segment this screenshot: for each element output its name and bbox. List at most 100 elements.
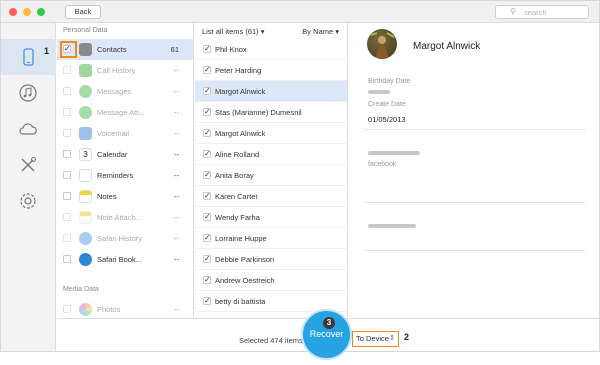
category-count: -- (174, 87, 179, 96)
category-safari-bookmarks[interactable]: Safari Book... -- (57, 249, 193, 270)
category-note-attachments: Note Attach... -- (57, 207, 193, 228)
divider (364, 202, 586, 203)
category-count: -- (174, 150, 179, 159)
step-marker-2: 2 (404, 332, 410, 342)
calendar-icon: 3 (79, 148, 92, 161)
notes-icon (79, 190, 92, 203)
item-checkbox[interactable] (203, 107, 211, 116)
birthday-value-redacted (368, 90, 390, 94)
personal-data-header: Personal Data (63, 27, 108, 34)
list-item[interactable]: Debbie Parkinson (195, 249, 347, 270)
item-name: Stas (Marianne) Dumesnil (215, 108, 302, 117)
step-marker-3: 3 (323, 317, 335, 329)
nav-tools[interactable] (1, 147, 56, 183)
list-item[interactable]: Wendy Farha (195, 207, 347, 228)
category-reminders[interactable]: Reminders -- (57, 165, 193, 186)
avatar (367, 29, 397, 59)
category-label: Messages (97, 87, 132, 96)
to-device-dropdown[interactable]: To Device ⇕ (352, 331, 399, 347)
item-name: Phil Knox (215, 45, 247, 54)
search-icon: ⚲ (510, 7, 516, 16)
category-panel: Personal Data Contacts 61 Call History -… (57, 23, 194, 318)
category-contacts[interactable]: Contacts 61 (57, 39, 193, 60)
checkbox-highlight (60, 41, 77, 58)
search-placeholder: search (524, 8, 547, 17)
item-checkbox[interactable] (203, 296, 211, 305)
item-name: Lorraine Huppe (215, 234, 267, 243)
list-all-dropdown[interactable]: List all items (61) ▾ (202, 27, 265, 36)
item-checkbox[interactable] (203, 212, 211, 221)
item-checkbox[interactable] (203, 233, 211, 242)
list-item[interactable]: Andrew Oestreich (195, 270, 347, 291)
item-name: Margot Alnwick (215, 87, 266, 96)
list-item[interactable]: Margot Alnwick (195, 81, 347, 102)
category-notes[interactable]: Notes -- (57, 186, 193, 207)
minimize-window-button[interactable] (23, 8, 31, 16)
call-history-checkbox (63, 66, 71, 74)
category-safari-history: Safari History -- (57, 228, 193, 249)
field-value-redacted (368, 224, 416, 228)
item-checkbox[interactable] (203, 191, 211, 200)
category-label: Reminders (97, 171, 134, 180)
calendar-checkbox[interactable] (63, 150, 71, 158)
item-checkbox[interactable] (203, 86, 211, 95)
contact-detail-panel: Margot Alnwick Birthday Date Create Date… (349, 23, 599, 318)
item-checkbox[interactable] (203, 254, 211, 263)
list-item[interactable]: Margot Alnwick (195, 123, 347, 144)
list-item[interactable]: Stas (Marianne) Dumesnil (195, 102, 347, 123)
list-item[interactable]: Aline Rolland (195, 144, 347, 165)
tools-icon (21, 157, 36, 172)
list-item[interactable]: Lorraine Huppe (195, 228, 347, 249)
search-input[interactable]: ⚲ search (495, 5, 589, 19)
category-count: -- (174, 255, 179, 264)
note-attach-checkbox (63, 213, 71, 221)
safari-bookmarks-checkbox[interactable] (63, 255, 71, 263)
item-checkbox[interactable] (203, 170, 211, 179)
item-name: Wendy Farha (215, 213, 260, 222)
app-window: Back ⚲ search Personal Data Contacts (0, 0, 600, 358)
list-item[interactable]: Peter Harding (195, 60, 347, 81)
back-button[interactable]: Back (65, 5, 101, 19)
list-item[interactable]: Anita Boray (195, 165, 347, 186)
category-count: -- (174, 171, 179, 180)
category-calendar[interactable]: 3 Calendar -- (57, 144, 193, 165)
divider (364, 250, 586, 251)
reminders-checkbox[interactable] (63, 171, 71, 179)
notes-checkbox[interactable] (63, 192, 71, 200)
messages-icon (79, 106, 92, 119)
voicemail-checkbox (63, 129, 71, 137)
nav-music[interactable] (1, 75, 56, 111)
zoom-window-button[interactable] (37, 8, 45, 16)
nav-device[interactable] (1, 39, 56, 75)
chevron-down-icon: ▾ (260, 27, 265, 36)
item-checkbox[interactable] (203, 65, 211, 74)
cloud-icon (19, 123, 37, 135)
category-count: 61 (170, 45, 179, 54)
item-name: Margot Alnwick (215, 129, 266, 138)
category-label: Voicemail (97, 129, 130, 138)
facebook-value-redacted (368, 151, 420, 155)
close-window-button[interactable] (9, 8, 17, 16)
list-item[interactable]: Phil Knox (195, 39, 347, 60)
item-name: Debbie Parkinson (215, 255, 275, 264)
item-checkbox[interactable] (203, 275, 211, 284)
category-count: -- (174, 234, 179, 243)
item-checkbox[interactable] (203, 44, 211, 53)
contacts-icon (79, 43, 92, 56)
list-item[interactable]: Karen Carter (195, 186, 347, 207)
divider (364, 129, 586, 130)
item-checkbox[interactable] (203, 149, 211, 158)
sort-dropdown[interactable]: By Name ▾ (302, 27, 339, 36)
category-call-history: Call History -- (57, 60, 193, 81)
list-item[interactable]: betty di battista (195, 291, 347, 312)
voicemail-icon (79, 127, 92, 140)
nav-settings[interactable] (1, 183, 56, 219)
create-date-label: Create Date (368, 101, 406, 108)
nav-icloud[interactable] (1, 111, 56, 147)
selected-count: Selected 474 items (239, 336, 303, 345)
category-count: -- (174, 305, 179, 314)
category-label: Call History (97, 66, 136, 75)
music-icon (19, 84, 37, 102)
item-checkbox[interactable] (203, 128, 211, 137)
facebook-label: facebook (368, 161, 397, 168)
